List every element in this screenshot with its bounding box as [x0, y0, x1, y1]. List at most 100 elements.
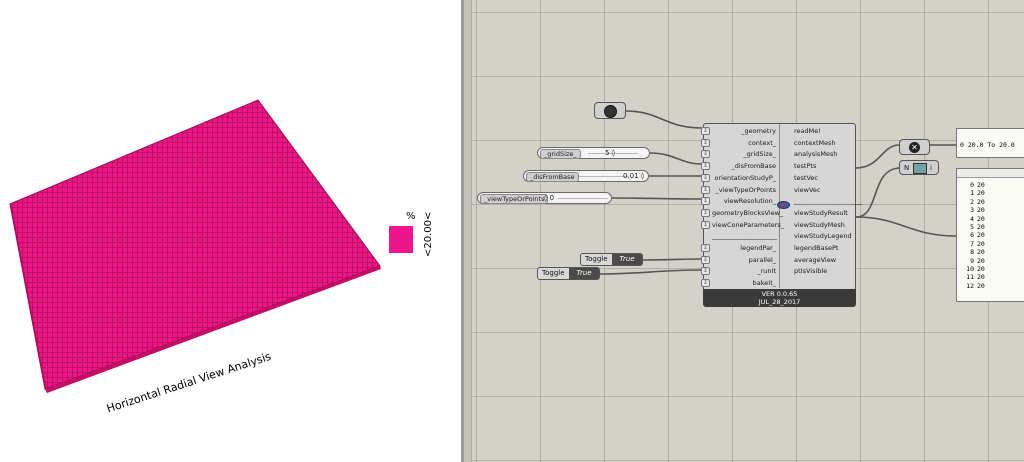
list-item: 1 20 [957, 189, 1024, 197]
panel-header [957, 169, 1024, 178]
component-version: VER 0.0.65 [761, 290, 798, 298]
toggle-label: Toggle [585, 255, 608, 263]
component-output-6[interactable]: _____________________ [794, 197, 862, 205]
component-output-7[interactable]: viewStudyResult [794, 209, 848, 217]
list-index: 3 [970, 206, 974, 215]
component-output-10[interactable]: legendBasePt [794, 244, 838, 252]
input-grip-icon[interactable]: ⇩ [701, 244, 710, 252]
component-output-8[interactable]: viewStudyMesh [794, 221, 845, 229]
input-grip-icon[interactable]: ⇩ [701, 267, 710, 276]
list-value: 20 [977, 231, 985, 240]
input-grip-icon[interactable]: ⇩ [701, 220, 710, 229]
relay-node[interactable]: ✕ [899, 139, 930, 155]
list-item: 0 20 [957, 181, 1024, 189]
component-output-12[interactable]: ptIsVisible [794, 267, 827, 275]
component-output-4[interactable]: testVec [794, 174, 818, 182]
canvas-edge-strip [464, 0, 472, 462]
rhino-viewport[interactable]: % <20.00< Horizontal Radial View Analysi… [0, 0, 461, 462]
list-index: 8 [970, 248, 974, 257]
list-value: 20 [977, 197, 985, 206]
list-item: 5 20 [957, 223, 1024, 231]
component-input-12[interactable]: _runIt [712, 267, 776, 275]
component-output-0[interactable]: readMe! [794, 127, 821, 135]
slider-label: _viewTypeOrPoints [480, 194, 549, 204]
list-index: 11 [966, 273, 974, 282]
component-input-11[interactable]: parallel_ [712, 256, 776, 264]
input-grip-icon[interactable]: ⇩ [701, 138, 710, 147]
component-input-6[interactable]: viewResolution_ [712, 197, 776, 205]
component-input-7[interactable]: geometryBlocksView_ [712, 209, 783, 217]
component-input-10[interactable]: legendPar_ [712, 244, 776, 252]
component-input-2[interactable]: _gridSize_ [712, 150, 776, 158]
component-output-9[interactable]: viewStudyLegend [794, 232, 852, 240]
input-grip-icon[interactable]: ⇩ [701, 208, 710, 217]
input-grip-icon[interactable]: ⇩ [701, 127, 710, 135]
list-item: 7 20 [957, 240, 1024, 248]
component-input-3[interactable]: _disFromBase [712, 162, 776, 170]
component-input-1[interactable]: context_ [712, 139, 776, 147]
component-input-4[interactable]: orientationStudyP_ [712, 174, 777, 182]
list-item: 10 20 [957, 265, 1024, 273]
list-index: 5 [970, 223, 974, 231]
runit-toggle[interactable]: Toggle True [537, 267, 600, 280]
component-output-2[interactable]: analysisMesh [794, 150, 837, 158]
parallel-toggle[interactable]: Toggle True [580, 253, 643, 266]
slider-value: ◊ 0 [544, 194, 555, 202]
list-item: 6 20 [957, 231, 1024, 239]
viewtype-slider[interactable]: _viewTypeOrPoints ◊ 0 [477, 192, 612, 204]
close-icon: ✕ [909, 142, 920, 153]
slider-value: 0.01 ◊ [623, 172, 645, 180]
input-grip-icon[interactable]: ⇩ [701, 185, 710, 194]
disfrombase-slider[interactable]: _disFromBase 0.01 ◊ [523, 170, 649, 182]
input-grip-icon[interactable]: ⇩ [701, 255, 710, 264]
component-version-footer: VER 0.0.65 JUL_28_2017 [703, 289, 856, 307]
input-grip-icon[interactable]: ⇩ [701, 173, 710, 182]
slider-label: _disFromBase [526, 172, 579, 182]
component-output-3[interactable]: testPts [794, 162, 816, 170]
domain-panel[interactable]: 0 20.0 To 20.0 [956, 128, 1024, 158]
list-item: 12 20 [957, 282, 1024, 290]
list-value: 20 [977, 265, 985, 273]
input-grip-icon[interactable]: ⇩ [701, 162, 710, 171]
component-date: JUL_28_2017 [758, 298, 801, 306]
list-index: 6 [970, 231, 974, 240]
component-input-9[interactable]: ____________________ [712, 232, 777, 240]
result-list-panel[interactable]: 0 20 1 20 2 20 3 20 4 20 5 20 6 20 7 20 8 20 9 20 10 20 11 20 12… [956, 168, 1024, 302]
list-value: 20 [977, 256, 985, 265]
list-length-node[interactable]: N i [899, 160, 939, 175]
gridsize-slider[interactable]: _gridSize_ 5 ◊ [537, 147, 650, 159]
component-input-8[interactable]: viewConeParameters_ [712, 221, 784, 229]
component-input-0[interactable]: _geometry [712, 127, 776, 135]
component-input-13[interactable]: bakeIt_ [712, 279, 776, 287]
input-grip-icon[interactable]: ⇩ [701, 150, 710, 159]
legend-value: <20.00< [423, 211, 434, 257]
list-index: 10 [966, 265, 974, 273]
list-value: 20 [977, 281, 985, 290]
list-value: 20 [977, 248, 985, 257]
component-output-5[interactable]: viewVec [794, 186, 820, 194]
list-index: 7 [970, 239, 974, 248]
legend-unit: % [406, 211, 416, 222]
component-input-5[interactable]: _viewTypeOrPoints [712, 186, 776, 194]
input-grip-icon[interactable]: ⇩ [701, 279, 710, 288]
list-value: 20 [977, 206, 985, 215]
geometry-param-node[interactable] [594, 102, 626, 119]
list-item: 9 20 [957, 257, 1024, 265]
list-value: 20 [977, 181, 985, 189]
input-grip-icon[interactable]: ⇩ [701, 197, 710, 206]
list-index: 0 [970, 181, 974, 189]
list-item: 4 20 [957, 215, 1024, 223]
component-output-1[interactable]: contextMesh [794, 139, 836, 147]
list-value: 20 [977, 239, 985, 248]
slider-label: _gridSize_ [540, 149, 581, 159]
component-output-11[interactable]: averageView [794, 256, 836, 264]
list-icon [913, 163, 927, 174]
list-value: 20 [977, 189, 985, 198]
list-item: 3 20 [957, 206, 1024, 214]
list-index: 1 [970, 189, 974, 198]
list-value: 20 [977, 273, 985, 282]
toggle-label: Toggle [542, 269, 565, 277]
list-value: 20 [977, 214, 985, 223]
panel-text: 0 20.0 To 20.0 [960, 141, 1015, 149]
slider-value: 5 ◊ [605, 149, 616, 157]
